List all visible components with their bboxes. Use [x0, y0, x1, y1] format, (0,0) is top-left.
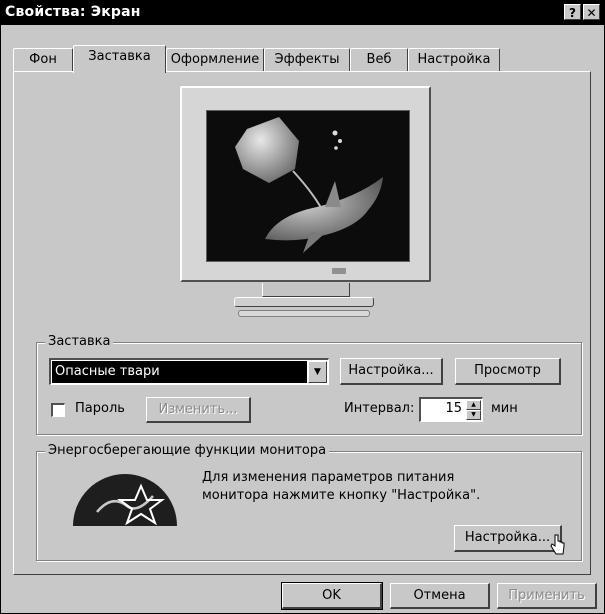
interval-unit: мин	[491, 401, 518, 416]
tab-web[interactable]: Веб	[350, 48, 408, 71]
spin-up-icon[interactable]: ▲	[466, 400, 481, 410]
screensaver-select[interactable]: Опасные твари ▼	[49, 358, 329, 385]
window-title: Свойства: Экран	[5, 4, 141, 20]
hand-cursor-icon	[550, 534, 565, 555]
tab-appearance[interactable]: Оформление	[166, 48, 264, 71]
chevron-down-icon[interactable]: ▼	[308, 361, 327, 383]
monitor-neck	[262, 283, 350, 297]
energy-group-title: Энергосберегающие функции монитора	[45, 443, 330, 458]
title-bar[interactable]: Свойства: Экран ? ✕	[1, 1, 604, 25]
change-password-button[interactable]: Изменить...	[146, 397, 251, 423]
screensaver-selected-value: Опасные твари	[52, 361, 307, 383]
ok-button[interactable]: OK	[281, 582, 383, 610]
screensaver-preview-screen	[206, 110, 410, 262]
tab-settings[interactable]: Настройка	[408, 48, 500, 71]
screensaver-group-title: Заставка	[45, 334, 114, 349]
energy-info-line2: монитора нажмите кнопку "Настройка".	[202, 488, 481, 503]
energy-info-line1: Для изменения параметров питания	[202, 470, 455, 485]
preview-button[interactable]: Просмотр	[455, 358, 561, 385]
password-checkbox[interactable]	[51, 403, 65, 417]
screensaver-preview-image	[235, 117, 383, 253]
energy-settings-button[interactable]: Настройка...	[454, 525, 562, 552]
ray-fish	[235, 117, 299, 183]
monitor-power-light	[332, 268, 346, 274]
screensaver-group: Заставка	[36, 334, 582, 435]
energy-star-logo	[67, 466, 183, 528]
help-button[interactable]: ?	[564, 4, 581, 20]
spin-down-icon[interactable]: ▼	[466, 410, 481, 420]
monitor-bezel	[180, 86, 431, 282]
apply-button[interactable]: Применить	[497, 583, 597, 609]
tab-background[interactable]: Фон	[13, 48, 73, 71]
cancel-button[interactable]: Отмена	[390, 583, 490, 609]
tab-effects[interactable]: Эффекты	[264, 48, 350, 71]
monitor-preview	[180, 86, 431, 326]
monitor-foot	[238, 310, 370, 317]
interval-value[interactable]: 15	[445, 401, 462, 416]
password-label: Пароль	[75, 401, 125, 416]
display-properties-window: Свойства: Экран ? ✕ Фон Заставка Оформле…	[0, 0, 605, 614]
interval-spinner[interactable]: 15 ▲ ▼	[419, 397, 483, 422]
tab-screensaver[interactable]: Заставка	[73, 45, 166, 73]
screensaver-settings-button[interactable]: Настройка...	[340, 358, 443, 385]
close-button[interactable]: ✕	[583, 4, 600, 20]
monitor-base	[234, 297, 374, 307]
shark	[265, 177, 383, 241]
interval-label: Интервал:	[344, 401, 415, 416]
